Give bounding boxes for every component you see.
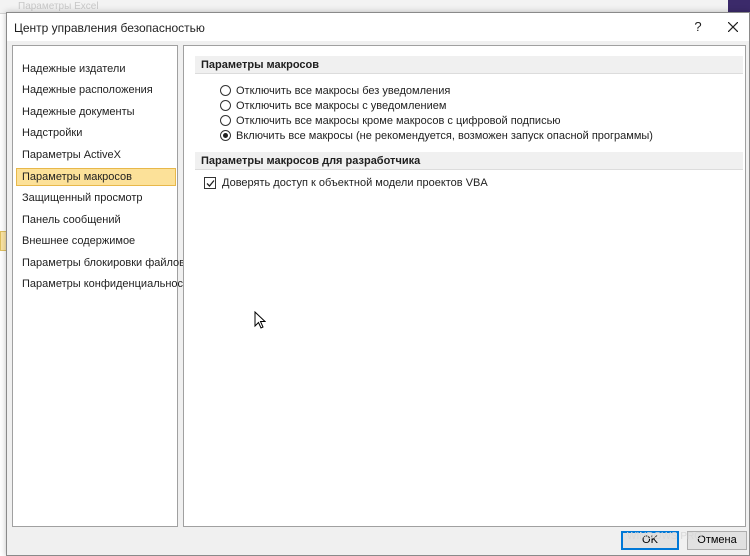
nav-item-message-bar[interactable]: Панель сообщений — [16, 211, 176, 229]
radio-button[interactable] — [220, 100, 231, 111]
checkmark-icon — [206, 179, 215, 187]
nav-item-activex-settings[interactable]: Параметры ActiveX — [16, 146, 176, 164]
nav-item-privacy-options[interactable]: Параметры конфиденциальности — [16, 275, 194, 293]
radio-label: Отключить все макросы кроме макросов с ц… — [236, 114, 561, 127]
checkbox[interactable] — [204, 176, 216, 189]
nav-item-trusted-documents[interactable]: Надежные документы — [16, 103, 176, 121]
settings-panel: Параметры макросов Отключить все макросы… — [183, 45, 746, 527]
background-strip-text: Параметры Excel — [18, 1, 99, 12]
mouse-pointer-icon — [254, 311, 266, 329]
nav-item-file-block-settings[interactable]: Параметры блокировки файлов — [16, 254, 185, 272]
macro-settings-header: Параметры макросов — [195, 56, 743, 74]
nav-item-protected-view[interactable]: Защищенный просмотр — [16, 189, 176, 207]
radio-label: Отключить все макросы с уведомлением — [236, 99, 447, 112]
radio-disable-with-notification[interactable]: Отключить все макросы с уведомлением — [220, 98, 446, 113]
dialog-titlebar: Центр управления безопасностью ? — [7, 13, 749, 41]
radio-disable-except-signed[interactable]: Отключить все макросы кроме макросов с ц… — [220, 113, 561, 128]
radio-button[interactable] — [220, 85, 231, 96]
nav-item-trusted-publishers[interactable]: Надежные издатели — [16, 60, 176, 78]
category-nav: Надежные издатели Надежные расположения … — [12, 45, 194, 527]
radio-disable-without-notification[interactable]: Отключить все макросы без уведомления — [220, 83, 450, 98]
watermark: WINDOWS PRO — [627, 531, 702, 542]
help-button[interactable]: ? — [691, 19, 705, 35]
dialog-title: Центр управления безопасностью — [14, 21, 205, 35]
nav-item-trusted-locations[interactable]: Надежные расположения — [16, 81, 176, 99]
radio-label: Включить все макросы (не рекомендуется, … — [236, 129, 653, 142]
developer-settings-header: Параметры макросов для разработчика — [195, 152, 743, 170]
radio-button[interactable] — [220, 115, 231, 126]
close-button[interactable] — [721, 16, 745, 38]
checkbox-trust-vba-access[interactable]: Доверять доступ к объектной модели проек… — [204, 175, 488, 190]
close-icon — [728, 22, 738, 32]
nav-item-macro-settings[interactable]: Параметры макросов — [16, 168, 176, 186]
radio-enable-all-macros[interactable]: Включить все макросы (не рекомендуется, … — [220, 128, 653, 143]
checkbox-label: Доверять доступ к объектной модели проек… — [222, 176, 488, 189]
radio-label: Отключить все макросы без уведомления — [236, 84, 451, 97]
nav-item-add-ins[interactable]: Надстройки — [16, 124, 176, 142]
radio-button-selected[interactable] — [220, 130, 231, 141]
nav-item-external-content[interactable]: Внешнее содержимое — [16, 232, 176, 250]
trust-center-dialog: Центр управления безопасностью ? Надежны… — [6, 12, 750, 556]
